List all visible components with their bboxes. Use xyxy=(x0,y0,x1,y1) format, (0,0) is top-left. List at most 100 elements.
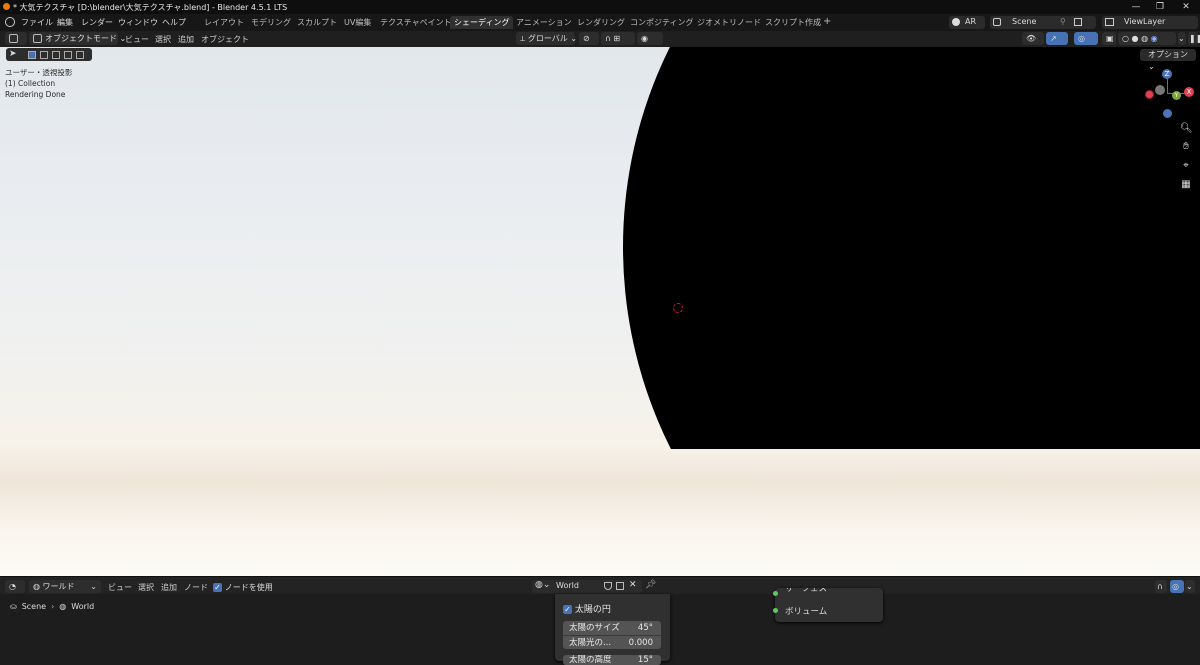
camera-view-icon[interactable]: ⌖ xyxy=(1180,160,1192,172)
tab-animation[interactable]: アニメーション xyxy=(516,17,572,28)
new-scene-icon[interactable] xyxy=(1074,18,1082,26)
tab-compositing[interactable]: コンポジティング xyxy=(630,17,694,28)
view-layer-name[interactable]: ViewLayer xyxy=(1124,17,1165,26)
pin-node-tree-icon[interactable]: 📌︎ xyxy=(645,580,656,590)
node-snap-toggle[interactable]: ∩ xyxy=(1155,580,1167,593)
top-menubar: ファイル 編集 レンダー ウィンドウ ヘルプ レイアウト モデリング スカルプト… xyxy=(0,14,1200,31)
world-browse-icon[interactable]: ◍⌄ xyxy=(535,580,550,590)
solid-shading-icon[interactable]: ● xyxy=(1132,34,1139,43)
shading-options-button[interactable]: ⌄ xyxy=(1178,32,1186,45)
viewport-collection-label: (1) Collection xyxy=(5,79,56,88)
menu-help[interactable]: ヘルプ xyxy=(162,17,186,28)
tab-rendering[interactable]: レンダリング xyxy=(577,17,625,28)
node-editor-canvas[interactable]: ⛀ Scene › ◍ World ✓ 太陽の円 太陽のサイズ 45° 太陽光の… xyxy=(0,588,1200,665)
use-nodes-checkbox[interactable]: ✓ ノードを使用 xyxy=(213,582,273,593)
node-overlay-toggle[interactable]: ◎ xyxy=(1170,580,1184,593)
select-subtract-icon[interactable] xyxy=(52,51,60,59)
scene-name-field[interactable]: Scene xyxy=(1012,17,1036,26)
pause-render-button[interactable]: ❚❚ xyxy=(1188,32,1200,45)
tab-uv-editing[interactable]: UV編集 xyxy=(344,17,371,28)
sky-texture-node[interactable]: ✓ 太陽の円 太陽のサイズ 45° 太陽光の... 0.000 太陽の高度 15… xyxy=(555,594,670,665)
select-tool-icon[interactable]: ➤ xyxy=(9,49,17,59)
surface-socket-icon[interactable] xyxy=(773,591,778,596)
maximize-button[interactable]: ❐ xyxy=(1148,1,1172,13)
breadcrumb-world[interactable]: World xyxy=(71,602,94,611)
duplicate-world-icon[interactable] xyxy=(616,582,624,590)
gizmo-x-axis[interactable]: X xyxy=(1184,87,1194,97)
gizmo-z-axis[interactable]: Z xyxy=(1162,69,1172,79)
wireframe-shading-icon[interactable]: ○ xyxy=(1122,34,1129,43)
node-overlay-options[interactable]: ⌄ xyxy=(1185,580,1195,593)
overlay-toggle[interactable]: ◎ xyxy=(1074,32,1098,45)
visibility-selector[interactable]: 👁 xyxy=(1022,32,1044,45)
world-datablock-selector[interactable]: ◍⌄ World ✕ xyxy=(532,580,642,593)
world-name-field[interactable]: World xyxy=(556,581,579,590)
node-menu-select[interactable]: 選択 xyxy=(138,582,154,593)
material-shading-icon[interactable]: ◍ xyxy=(1141,34,1148,43)
sun-size-field[interactable]: 太陽のサイズ 45° xyxy=(563,621,661,635)
tab-scripting[interactable]: スクリプト作成 xyxy=(765,17,821,28)
blender-menu-icon[interactable] xyxy=(5,17,15,27)
ar-selector[interactable]: AR xyxy=(949,16,985,29)
add-workspace-button[interactable]: + xyxy=(823,16,831,27)
zoom-icon[interactable]: 🔍︎ xyxy=(1180,123,1193,135)
3d-viewport[interactable]: ➤ ユーザー・透視投影 (1) Collection Rendering Don… xyxy=(0,47,1200,576)
scene-selector[interactable]: Scene ⚲ xyxy=(990,16,1096,29)
menu-view[interactable]: ビュー xyxy=(125,34,149,45)
pin-icon[interactable]: ⚲ xyxy=(1060,17,1066,26)
select-intersect-icon[interactable] xyxy=(76,51,84,59)
volume-socket-icon[interactable] xyxy=(773,608,778,613)
node-menu-add[interactable]: 追加 xyxy=(161,582,177,593)
menu-add[interactable]: 追加 xyxy=(178,34,194,45)
3d-cursor[interactable] xyxy=(673,303,683,313)
menu-object[interactable]: オブジェクト xyxy=(201,34,249,45)
transform-orientation-selector[interactable]: ⟂ グローバル ⌄ xyxy=(516,32,577,45)
menu-edit[interactable]: 編集 xyxy=(57,17,73,28)
node-editor-type-button[interactable]: ◔ xyxy=(5,580,25,593)
proportional-edit-toggle[interactable]: ◉ xyxy=(637,32,663,45)
select-extend-icon[interactable] xyxy=(40,51,48,59)
world-output-node[interactable]: サーフェス ボリューム xyxy=(773,588,883,622)
gizmo-y-axis[interactable]: Y xyxy=(1172,91,1181,100)
tab-geometry-nodes[interactable]: ジオメトリノード xyxy=(697,17,761,28)
options-button[interactable]: オプション ⌄ xyxy=(1140,49,1196,71)
xray-toggle[interactable]: ▣ xyxy=(1102,32,1116,45)
perspective-toggle-icon[interactable]: ▦ xyxy=(1180,179,1192,191)
xray-icon: ▣ xyxy=(1106,34,1114,43)
tab-sculpt[interactable]: スカルプト xyxy=(297,17,337,28)
fake-user-icon[interactable] xyxy=(604,582,612,590)
editor-type-button[interactable] xyxy=(5,32,27,45)
sun-disc-checkbox[interactable]: ✓ 太陽の円 xyxy=(563,602,611,615)
node-menu-view[interactable]: ビュー xyxy=(108,582,132,593)
select-box-icon[interactable] xyxy=(28,51,36,59)
snap-toggle[interactable]: ∩ ⊞ xyxy=(601,32,635,45)
breadcrumb-scene[interactable]: Scene xyxy=(22,602,46,611)
navigation-gizmo[interactable]: Z X Y xyxy=(1143,69,1195,119)
sun-elevation-field[interactable]: 太陽の高度 15° xyxy=(563,655,661,665)
pan-hand-icon[interactable]: ✋︎ xyxy=(1180,141,1192,153)
shader-type-selector[interactable]: ◍ ワールド ⌄ xyxy=(29,580,101,593)
tab-modeling[interactable]: モデリング xyxy=(251,17,291,28)
tab-shading[interactable]: シェーディング xyxy=(450,16,514,29)
mode-selector[interactable]: オブジェクトモード ⌄ xyxy=(29,32,126,45)
tab-layout[interactable]: レイアウト xyxy=(204,17,244,28)
menu-window[interactable]: ウィンドウ xyxy=(118,17,158,28)
pivot-selector[interactable]: ⊘ xyxy=(579,32,599,45)
view-layer-selector[interactable]: ViewLayer xyxy=(1102,16,1198,29)
shading-mode-selector[interactable]: ○ ● ◍ ◉ xyxy=(1118,32,1176,45)
unlink-world-icon[interactable]: ✕ xyxy=(629,580,637,590)
gizmo-center xyxy=(1155,85,1165,95)
close-window-button[interactable]: ✕ xyxy=(1174,1,1198,13)
menu-render[interactable]: レンダー xyxy=(81,17,113,28)
tab-texture-paint[interactable]: テクスチャペイント xyxy=(380,17,452,28)
node-menu-node[interactable]: ノード xyxy=(184,582,208,593)
menu-file[interactable]: ファイル xyxy=(21,17,53,28)
menu-select[interactable]: 選択 xyxy=(155,34,171,45)
gizmo-toggle[interactable]: ↗ xyxy=(1046,32,1068,45)
sun-intensity-field[interactable]: 太陽光の... 0.000 xyxy=(563,635,661,649)
select-invert-icon[interactable] xyxy=(64,51,72,59)
gizmo-neg-x-axis[interactable] xyxy=(1145,90,1154,99)
rendered-shading-icon[interactable]: ◉ xyxy=(1151,34,1158,43)
minimize-button[interactable]: — xyxy=(1124,1,1148,13)
gizmo-neg-z-axis[interactable] xyxy=(1163,109,1172,118)
